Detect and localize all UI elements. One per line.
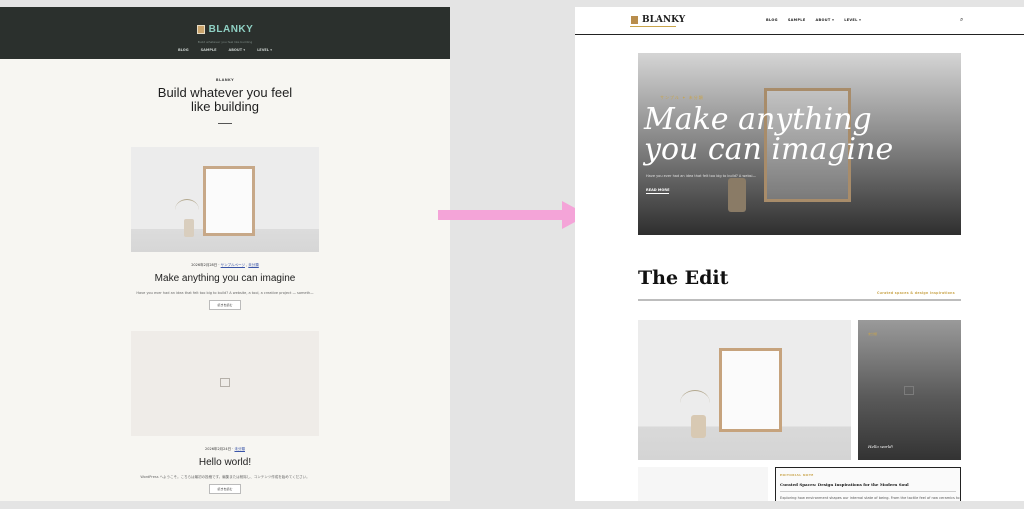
left-post-2-excerpt: WordPress へようこそ。こちらは最初の投稿です。編集または削除し、コンテ… xyxy=(140,475,310,479)
edit-section-title: The Edit xyxy=(638,267,729,289)
left-post-1-thumbnail[interactable] xyxy=(131,147,319,252)
left-post-1-date: 2026年2月28日 xyxy=(191,263,218,267)
hero-category[interactable]: サンプル ✦ 未分類 xyxy=(660,95,704,101)
picture-frame-image xyxy=(203,166,255,236)
left-post-card-1: 2026年2月28日 · サンプルページ , 未分類 Make anything… xyxy=(131,147,319,310)
edit-section-subtitle: Curated spaces & design inspirations xyxy=(877,291,955,295)
left-hero-title-line2: like building xyxy=(191,99,259,114)
left-post-2-category-1[interactable]: 未分類 xyxy=(234,447,245,451)
right-nav-level[interactable]: LEVEL ▾ xyxy=(844,18,861,22)
image-placeholder-icon xyxy=(904,386,914,395)
edit-tile-blank xyxy=(638,467,768,501)
hero-title[interactable]: Make anything you can imagine xyxy=(644,105,893,165)
left-post-1-category-1[interactable]: サンプルページ xyxy=(221,263,245,267)
right-primary-nav: BLOG SAMPLE ABOUT ▾ LEVEL ▾ xyxy=(766,18,861,22)
hero-vase-image xyxy=(728,178,746,212)
before-screenshot: BLANKY Build whatever you feel like buil… xyxy=(0,7,450,501)
left-post-card-2: 2026年2月24日 · 未分類 Hello world! WordPress … xyxy=(131,331,319,494)
left-hero-title: Build whatever you feel like building xyxy=(0,86,450,114)
search-icon[interactable]: ⌕ xyxy=(960,16,963,24)
right-nav-blog[interactable]: BLOG xyxy=(766,18,778,22)
vase-image xyxy=(184,219,194,237)
tile-category[interactable]: 未分類 xyxy=(868,332,877,336)
editorial-note-title[interactable]: Curated Spaces: Design Inspirations for … xyxy=(780,482,956,487)
blanky-logo-icon xyxy=(196,25,205,34)
left-site-logo[interactable]: BLANKY xyxy=(196,24,254,35)
picture-frame-image xyxy=(719,348,782,432)
left-nav-about[interactable]: ABOUT ▾ xyxy=(229,48,246,52)
left-primary-nav: BLOG SAMPLE ABOUT ▾ LEVEL ▾ xyxy=(0,48,450,52)
left-hero-divider xyxy=(218,123,232,124)
left-post-1-title[interactable]: Make anything you can imagine xyxy=(131,273,319,284)
dried-stems-image xyxy=(680,390,710,416)
edit-tile-hello-world[interactable]: 未分類 Hello world! xyxy=(858,320,961,460)
left-site-header: BLANKY Build whatever you feel like buil… xyxy=(0,7,450,59)
editorial-note-card[interactable]: EDITORIAL NOTE Curated Spaces: Design In… xyxy=(775,467,961,501)
editorial-note-divider xyxy=(780,491,956,492)
image-placeholder-icon xyxy=(220,378,230,387)
left-nav-blog[interactable]: BLOG xyxy=(178,48,189,52)
left-hero-site-label: BLANKY xyxy=(215,78,235,82)
left-nav-sample[interactable]: SAMPLE xyxy=(201,48,217,52)
edit-section-divider xyxy=(638,299,961,301)
right-nav-about[interactable]: ABOUT ▾ xyxy=(816,18,835,22)
right-site-logo[interactable]: BLANKY xyxy=(631,15,685,25)
left-logo-text: BLANKY xyxy=(208,24,254,35)
right-site-header: BLANKY BLOG SAMPLE ABOUT ▾ LEVEL ▾ ⌕ xyxy=(575,7,1024,35)
left-hero-title-line1: Build whatever you feel xyxy=(157,85,293,100)
left-post-2-read-more-button[interactable]: 続きを読む xyxy=(209,484,241,494)
right-nav-sample[interactable]: SAMPLE xyxy=(788,18,806,22)
hero-read-more-link[interactable]: READ MORE xyxy=(646,188,670,194)
after-screenshot: BLANKY BLOG SAMPLE ABOUT ▾ LEVEL ▾ ⌕ サンプ… xyxy=(575,7,1024,501)
left-post-1-meta: 2026年2月28日 · サンプルページ , 未分類 xyxy=(191,263,259,267)
left-post-2-date: 2026年2月24日 xyxy=(205,447,232,451)
hero-title-line1: Make anything xyxy=(644,102,872,137)
editorial-note-category: EDITORIAL NOTE xyxy=(780,473,814,477)
left-post-2-meta: 2026年2月24日 · 未分類 xyxy=(205,447,245,451)
logo-gold-underline xyxy=(630,26,676,27)
left-post-1-category-2[interactable]: 未分類 xyxy=(248,263,259,267)
left-post-1-excerpt: Have you ever had an idea that felt too … xyxy=(136,291,314,295)
left-nav-level[interactable]: LEVEL ▾ xyxy=(257,48,272,52)
left-post-2-thumbnail[interactable] xyxy=(131,331,319,436)
blanky-logo-icon xyxy=(631,16,638,24)
editorial-note-excerpt: Exploring how environment shapes our int… xyxy=(780,496,960,500)
hero-title-line2: you can imagine xyxy=(644,132,894,167)
left-site-tagline: Build whatever you feel like building xyxy=(197,40,253,44)
hero-excerpt: Have you ever had an idea that felt too … xyxy=(646,174,756,178)
vase-image xyxy=(691,415,706,438)
right-logo-text: BLANKY xyxy=(642,15,686,25)
edit-tile-photo[interactable] xyxy=(638,320,851,460)
left-post-2-title[interactable]: Hello world! xyxy=(131,457,319,468)
right-hero-feature[interactable]: サンプル ✦ 未分類 Make anything you can imagine… xyxy=(638,53,961,235)
left-post-1-read-more-button[interactable]: 続きを読む xyxy=(209,300,241,310)
transition-arrow-icon xyxy=(438,201,588,229)
dried-stems-image xyxy=(175,199,199,221)
tile-title[interactable]: Hello world! xyxy=(868,444,893,449)
